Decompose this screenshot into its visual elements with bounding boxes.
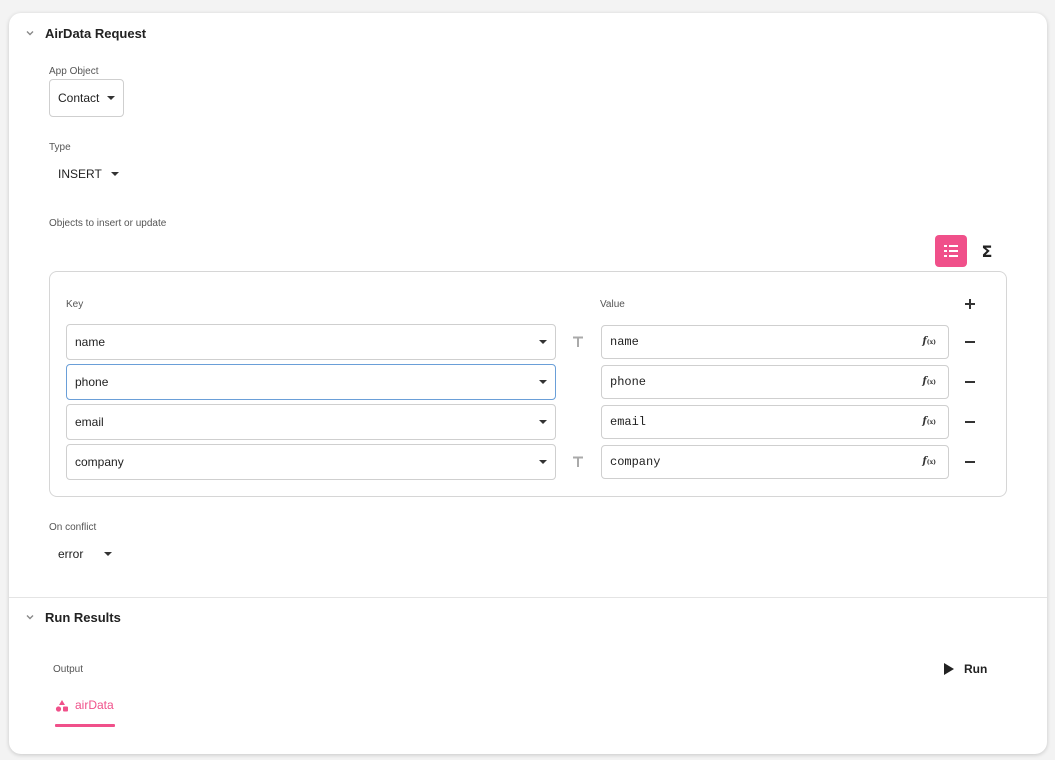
key-value-panel: Key Value name name f(x) phone phone f(x… xyxy=(49,271,1007,497)
chevron-down-icon xyxy=(539,380,547,384)
key-value: email xyxy=(75,415,104,429)
value-input-phone[interactable]: phone f(x) xyxy=(601,365,949,399)
output-label: Output xyxy=(53,664,84,675)
key-value: name xyxy=(75,335,106,349)
list-view-icon xyxy=(944,245,958,257)
app-object-value: Contact xyxy=(58,91,100,105)
value-input-name[interactable]: name f(x) xyxy=(601,325,949,359)
value-text: email xyxy=(610,415,647,429)
output-tab-label: airData xyxy=(75,698,114,712)
type-value: INSERT xyxy=(58,167,102,181)
key-select-phone[interactable]: phone xyxy=(66,364,556,400)
chevron-down-icon xyxy=(539,420,547,424)
type-label: Type xyxy=(49,142,71,153)
request-section-title: AirData Request xyxy=(45,26,147,41)
airdata-card: AirData Request App Object Contact Type … xyxy=(9,13,1047,754)
key-value: phone xyxy=(75,375,109,389)
remove-row-minus-icon[interactable] xyxy=(962,414,978,430)
value-input-company[interactable]: company f(x) xyxy=(601,445,949,479)
output-tab-airdata[interactable]: airData xyxy=(55,698,115,728)
on-conflict-label: On conflict xyxy=(49,522,97,533)
remove-row-minus-icon[interactable] xyxy=(962,334,978,350)
airdata-shapes-icon xyxy=(55,700,68,712)
run-button[interactable]: Run xyxy=(944,662,987,676)
chevron-down-icon xyxy=(104,552,113,556)
function-icon[interactable]: f(x) xyxy=(922,456,936,467)
function-icon[interactable]: f(x) xyxy=(922,376,936,387)
value-input-email[interactable]: email f(x) xyxy=(601,405,949,439)
value-column-header: Value xyxy=(600,299,625,310)
chevron-down-icon xyxy=(107,96,116,100)
value-text: phone xyxy=(610,375,647,389)
add-row-plus-icon[interactable] xyxy=(962,296,978,312)
formula-view-toggle[interactable]: Σ xyxy=(971,235,1003,267)
list-view-toggle[interactable] xyxy=(935,235,967,267)
text-type-icon xyxy=(571,455,585,469)
value-text: company xyxy=(610,455,661,469)
type-select[interactable]: INSERT xyxy=(58,166,119,182)
sigma-icon: Σ xyxy=(981,241,993,261)
remove-row-minus-icon[interactable] xyxy=(962,374,978,390)
play-icon xyxy=(944,663,954,675)
value-text: name xyxy=(610,335,639,349)
collapse-results-chevron-icon[interactable] xyxy=(25,612,35,622)
function-icon[interactable]: f(x) xyxy=(922,336,936,347)
collapse-request-chevron-icon[interactable] xyxy=(25,28,35,38)
on-conflict-select[interactable]: error xyxy=(58,546,113,562)
chevron-down-icon xyxy=(110,172,119,176)
run-label: Run xyxy=(964,662,988,676)
active-tab-underline xyxy=(55,724,115,727)
chevron-down-icon xyxy=(539,460,547,464)
app-object-select[interactable]: Contact xyxy=(49,79,124,117)
objects-label: Objects to insert or update xyxy=(49,218,167,229)
key-column-header: Key xyxy=(66,299,84,310)
key-select-email[interactable]: email xyxy=(66,404,556,440)
chevron-down-icon xyxy=(539,340,547,344)
section-divider xyxy=(9,597,1047,598)
key-value: company xyxy=(75,455,124,469)
remove-row-minus-icon[interactable] xyxy=(962,454,978,470)
app-object-label: App Object xyxy=(49,66,99,77)
text-type-icon xyxy=(571,335,585,349)
on-conflict-value: error xyxy=(58,547,84,561)
function-icon[interactable]: f(x) xyxy=(922,416,936,427)
key-select-name[interactable]: name xyxy=(66,324,556,360)
key-select-company[interactable]: company xyxy=(66,444,556,480)
results-section-title: Run Results xyxy=(45,610,121,625)
